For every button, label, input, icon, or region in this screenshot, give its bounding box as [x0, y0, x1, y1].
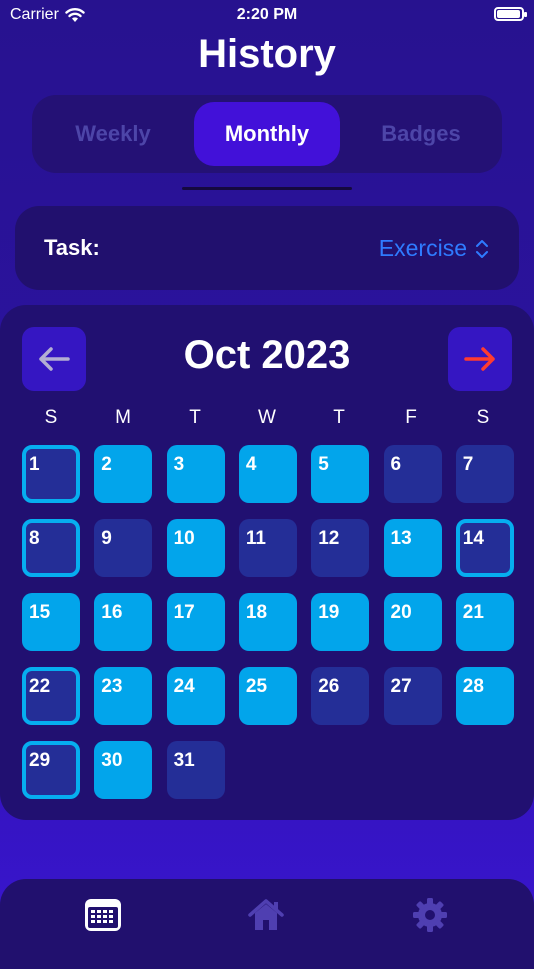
calendar-day[interactable]: 5 [311, 445, 370, 503]
calendar-day[interactable]: 16 [94, 593, 153, 651]
day-number: 23 [101, 676, 123, 697]
weekday-label: S [44, 407, 58, 428]
weekday-label: S [476, 407, 490, 428]
day-number: 6 [390, 454, 402, 475]
gear-icon [413, 898, 447, 932]
day-number: 21 [462, 602, 484, 623]
weekday-label: T [189, 407, 201, 428]
calendar-day[interactable]: 29 [22, 741, 80, 799]
calendar-day[interactable]: 6 [383, 445, 442, 503]
day-number: 7 [462, 454, 474, 475]
day-number: 24 [173, 676, 195, 697]
calendar-day[interactable]: 20 [383, 593, 442, 651]
calendar-day[interactable]: 15 [22, 593, 80, 651]
day-number: 18 [245, 602, 268, 623]
next-month-button[interactable] [448, 327, 512, 391]
calendar-day[interactable]: 28 [455, 667, 514, 725]
day-number: 30 [101, 750, 123, 771]
day-number: 22 [29, 676, 51, 697]
tab-settings[interactable] [411, 896, 449, 934]
tab-home[interactable] [247, 896, 285, 934]
calendar-day[interactable]: 25 [238, 667, 297, 725]
day-number: 8 [29, 528, 40, 549]
calendar-day[interactable]: 27 [383, 667, 442, 725]
day-number: 14 [462, 528, 484, 549]
task-row: Task: Exercise [15, 206, 519, 290]
calendar-day[interactable]: 24 [166, 667, 225, 725]
weekday-label: M [115, 407, 131, 428]
task-value: Exercise [378, 235, 467, 261]
calendar-day[interactable]: 13 [383, 519, 442, 577]
task-label: Task: [44, 235, 100, 260]
calendar-day[interactable]: 2 [94, 445, 153, 503]
tab-weekly[interactable]: Weekly [40, 102, 186, 166]
day-number: 27 [390, 676, 412, 697]
weekday-label: F [405, 407, 417, 428]
segmented-control: Weekly Monthly Badges [32, 95, 502, 173]
battery-icon [494, 7, 527, 21]
calendar-day[interactable]: 12 [311, 519, 370, 577]
weekday-label: W [258, 407, 276, 428]
calendar-day[interactable]: 14 [455, 519, 514, 577]
status-time: 2:20 PM [236, 6, 298, 23]
task-picker[interactable]: Exercise [379, 235, 489, 262]
calendar-day[interactable]: 19 [311, 593, 370, 651]
calendar-day[interactable]: 3 [166, 445, 225, 503]
calendar-day[interactable]: 22 [22, 667, 80, 725]
day-number: 13 [390, 528, 412, 549]
arrow-right-icon [464, 347, 495, 371]
calendar-day[interactable]: 18 [238, 593, 297, 651]
day-number: 19 [318, 602, 340, 623]
section-divider [182, 187, 352, 190]
day-number: 3 [173, 454, 185, 475]
calendar-day[interactable]: 10 [166, 519, 225, 577]
tab-bar [0, 879, 534, 969]
calendar-day[interactable]: 21 [455, 593, 514, 651]
page-title: History [198, 32, 336, 76]
day-number: 2 [101, 454, 112, 475]
weekday-label: T [333, 407, 345, 428]
day-number: 16 [101, 602, 123, 623]
day-number: 15 [29, 602, 51, 623]
day-number: 20 [390, 602, 412, 623]
day-number: 1 [29, 454, 40, 475]
chevron-up-down-icon [476, 239, 488, 258]
day-number: 10 [173, 528, 195, 549]
calendar-card: Oct 2023 S M T W T F S 1 2 3 4 5 6 7 8 9 10 11 12 13… [0, 305, 534, 820]
day-number: 31 [173, 750, 195, 771]
calendar-day[interactable]: 17 [166, 593, 225, 651]
calendar-day[interactable]: 1 [22, 445, 80, 503]
day-number: 12 [318, 528, 340, 549]
day-number: 25 [245, 676, 268, 697]
calendar-icon [85, 899, 121, 931]
calendar-day[interactable]: 7 [455, 445, 514, 503]
house-icon [248, 899, 284, 930]
day-number: 28 [462, 676, 484, 697]
calendar-day[interactable]: 23 [94, 667, 153, 725]
day-number: 26 [318, 676, 340, 697]
calendar-day[interactable]: 26 [311, 667, 370, 725]
calendar-day[interactable]: 9 [94, 519, 153, 577]
tab-monthly[interactable]: Monthly [194, 102, 340, 166]
day-number: 17 [173, 602, 195, 623]
day-number: 5 [318, 454, 329, 475]
status-bar: Carrier 2:20 PM [0, 0, 534, 32]
calendar-day[interactable]: 8 [22, 519, 80, 577]
day-number: 11 [245, 528, 266, 549]
calendar-day[interactable]: 30 [94, 741, 153, 799]
day-number: 29 [29, 750, 51, 771]
tab-history[interactable] [84, 896, 122, 934]
day-number: 9 [101, 528, 112, 549]
calendar-day[interactable]: 11 [238, 519, 297, 577]
calendar-day[interactable]: 4 [238, 445, 297, 503]
calendar-day[interactable]: 31 [166, 741, 225, 799]
day-number: 4 [245, 454, 257, 475]
tab-badges[interactable]: Badges [348, 102, 494, 166]
